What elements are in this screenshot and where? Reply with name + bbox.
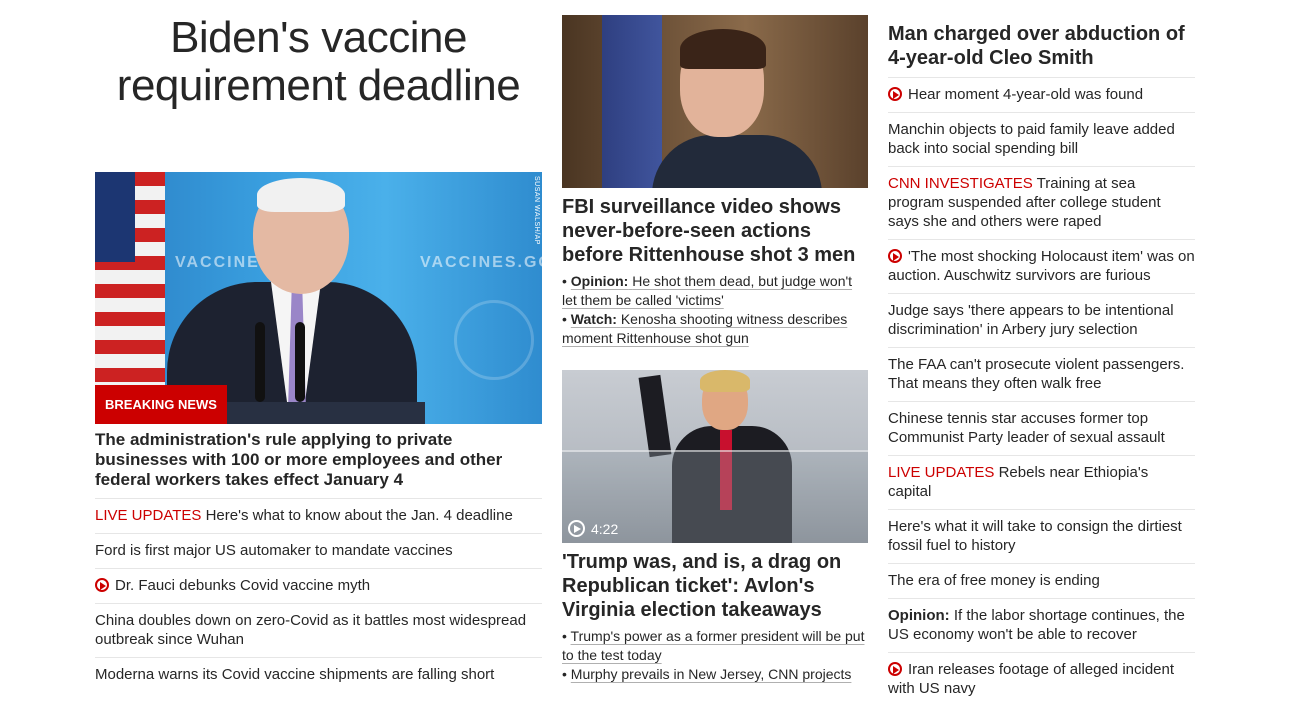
list-item[interactable]: Chinese tennis star accuses former top C… xyxy=(888,401,1195,455)
rittenhouse-image[interactable] xyxy=(562,15,868,188)
list-item[interactable]: CNN INVESTIGATES Training at sea program… xyxy=(888,166,1195,239)
watch-label: Watch: xyxy=(570,311,617,327)
main-headline[interactable]: Biden's vaccine requirement deadline xyxy=(95,0,542,110)
list-item[interactable]: Dr. Fauci debunks Covid vaccine myth xyxy=(95,568,542,603)
photo-credit: SUSAN WALSH/AP xyxy=(533,176,540,245)
bullet: • xyxy=(562,311,567,327)
trump-related-links: • Trump's power as a former president wi… xyxy=(562,627,868,684)
main-story-column: Biden's vaccine requirement deadline VAC… xyxy=(95,0,542,683)
list-item-text: Manchin objects to paid family leave add… xyxy=(888,121,1175,157)
related-link-text: Murphy prevails in New Jersey, CNN proje… xyxy=(570,666,852,682)
biden-hero-image[interactable]: VACCINES VACCINES.GO SUSAN WALSH/AP BREA… xyxy=(95,172,542,424)
list-item[interactable]: Hear moment 4-year-old was found xyxy=(888,77,1195,112)
play-icon xyxy=(888,662,902,676)
live-updates-label: LIVE UPDATES xyxy=(95,507,202,524)
left-story-list: LIVE UPDATES Here's what to know about t… xyxy=(95,498,542,692)
list-item[interactable]: LIVE UPDATES Rebels near Ethiopia's capi… xyxy=(888,455,1195,509)
live-updates-label: LIVE UPDATES xyxy=(888,464,995,481)
cleo-smith-headline[interactable]: Man charged over abduction of 4-year-old… xyxy=(888,22,1195,70)
bullet: • xyxy=(562,666,567,682)
microphone-right xyxy=(295,322,305,402)
trump-headline[interactable]: 'Trump was, and is, a drag on Republican… xyxy=(562,550,868,622)
list-item-text: Chinese tennis star accuses former top C… xyxy=(888,410,1165,446)
list-item-text: Here's what it will take to consign the … xyxy=(888,518,1182,554)
opinion-label: Opinion: xyxy=(570,273,629,289)
video-duration[interactable]: 4:22 xyxy=(568,520,618,537)
list-item-text: The FAA can't prosecute violent passenge… xyxy=(888,356,1185,392)
video-duration-text: 4:22 xyxy=(591,520,619,537)
list-item[interactable]: 'The most shocking Holocaust item' was o… xyxy=(888,239,1195,293)
list-item[interactable]: The era of free money is ending xyxy=(888,563,1195,598)
list-item[interactable]: China doubles down on zero-Covid as it b… xyxy=(95,603,542,657)
bullet: • xyxy=(562,273,567,289)
podium xyxy=(215,402,425,424)
bullet: • xyxy=(562,628,567,644)
flag-graphic xyxy=(602,15,662,188)
backdrop-text-right: VACCINES.GO xyxy=(420,254,542,271)
list-item-text: Iran releases footage of alleged inciden… xyxy=(888,661,1175,697)
trump-video-thumbnail[interactable]: 4:22 xyxy=(562,370,868,543)
related-link[interactable]: • Watch: Kenosha shooting witness descri… xyxy=(562,310,868,348)
right-story-list: Hear moment 4-year-old was found Manchin… xyxy=(888,77,1195,706)
list-item[interactable]: Moderna warns its Covid vaccine shipment… xyxy=(95,657,542,692)
list-item-text: Ford is first major US automaker to mand… xyxy=(95,542,453,559)
person-hair xyxy=(700,370,750,392)
list-item[interactable]: Manchin objects to paid family leave add… xyxy=(888,112,1195,166)
cnn-investigates-label: CNN INVESTIGATES xyxy=(888,175,1033,192)
related-link[interactable]: • Trump's power as a former president wi… xyxy=(562,627,868,665)
person-arm xyxy=(638,374,672,458)
related-link-text: Trump's power as a former president will… xyxy=(562,628,865,663)
list-item-text: Moderna warns its Covid vaccine shipment… xyxy=(95,666,495,683)
play-icon xyxy=(95,578,109,592)
breaking-news-badge[interactable]: BREAKING NEWS xyxy=(95,385,227,424)
list-item-text: Hear moment 4-year-old was found xyxy=(908,86,1144,103)
list-item[interactable]: Ford is first major US automaker to mand… xyxy=(95,533,542,568)
list-item[interactable]: The FAA can't prosecute violent passenge… xyxy=(888,347,1195,401)
seal-graphic xyxy=(454,300,534,380)
lead-summary[interactable]: The administration's rule applying to pr… xyxy=(95,430,542,490)
rittenhouse-headline[interactable]: FBI surveillance video shows never-befor… xyxy=(562,195,868,267)
related-link[interactable]: • Opinion: He shot them dead, but judge … xyxy=(562,272,868,310)
list-item[interactable]: Here's what it will take to consign the … xyxy=(888,509,1195,563)
list-item-text: 'The most shocking Holocaust item' was o… xyxy=(888,248,1195,284)
list-item-text: Dr. Fauci debunks Covid vaccine myth xyxy=(115,577,371,594)
person-suit xyxy=(652,135,822,188)
list-item[interactable]: Judge says 'there appears to be intentio… xyxy=(888,293,1195,347)
list-item-text: Judge says 'there appears to be intentio… xyxy=(888,302,1174,338)
list-item-text: Here's what to know about the Jan. 4 dea… xyxy=(201,507,513,524)
list-item-text: The era of free money is ending xyxy=(888,572,1100,589)
related-link[interactable]: • Murphy prevails in New Jersey, CNN pro… xyxy=(562,665,868,684)
person-hair xyxy=(257,178,345,212)
list-item[interactable]: Opinion: If the labor shortage continues… xyxy=(888,598,1195,652)
list-item[interactable]: Iran releases footage of alleged inciden… xyxy=(888,652,1195,706)
play-icon xyxy=(888,249,902,263)
list-item[interactable]: LIVE UPDATES Here's what to know about t… xyxy=(95,498,542,533)
flag-canton-graphic xyxy=(95,172,135,262)
play-icon xyxy=(888,87,902,101)
person-hair xyxy=(680,29,766,69)
microphone-left xyxy=(255,322,265,402)
play-icon xyxy=(568,520,585,537)
rittenhouse-related-links: • Opinion: He shot them dead, but judge … xyxy=(562,272,868,348)
opinion-label: Opinion: xyxy=(888,607,950,624)
list-item-text: China doubles down on zero-Covid as it b… xyxy=(95,612,527,648)
